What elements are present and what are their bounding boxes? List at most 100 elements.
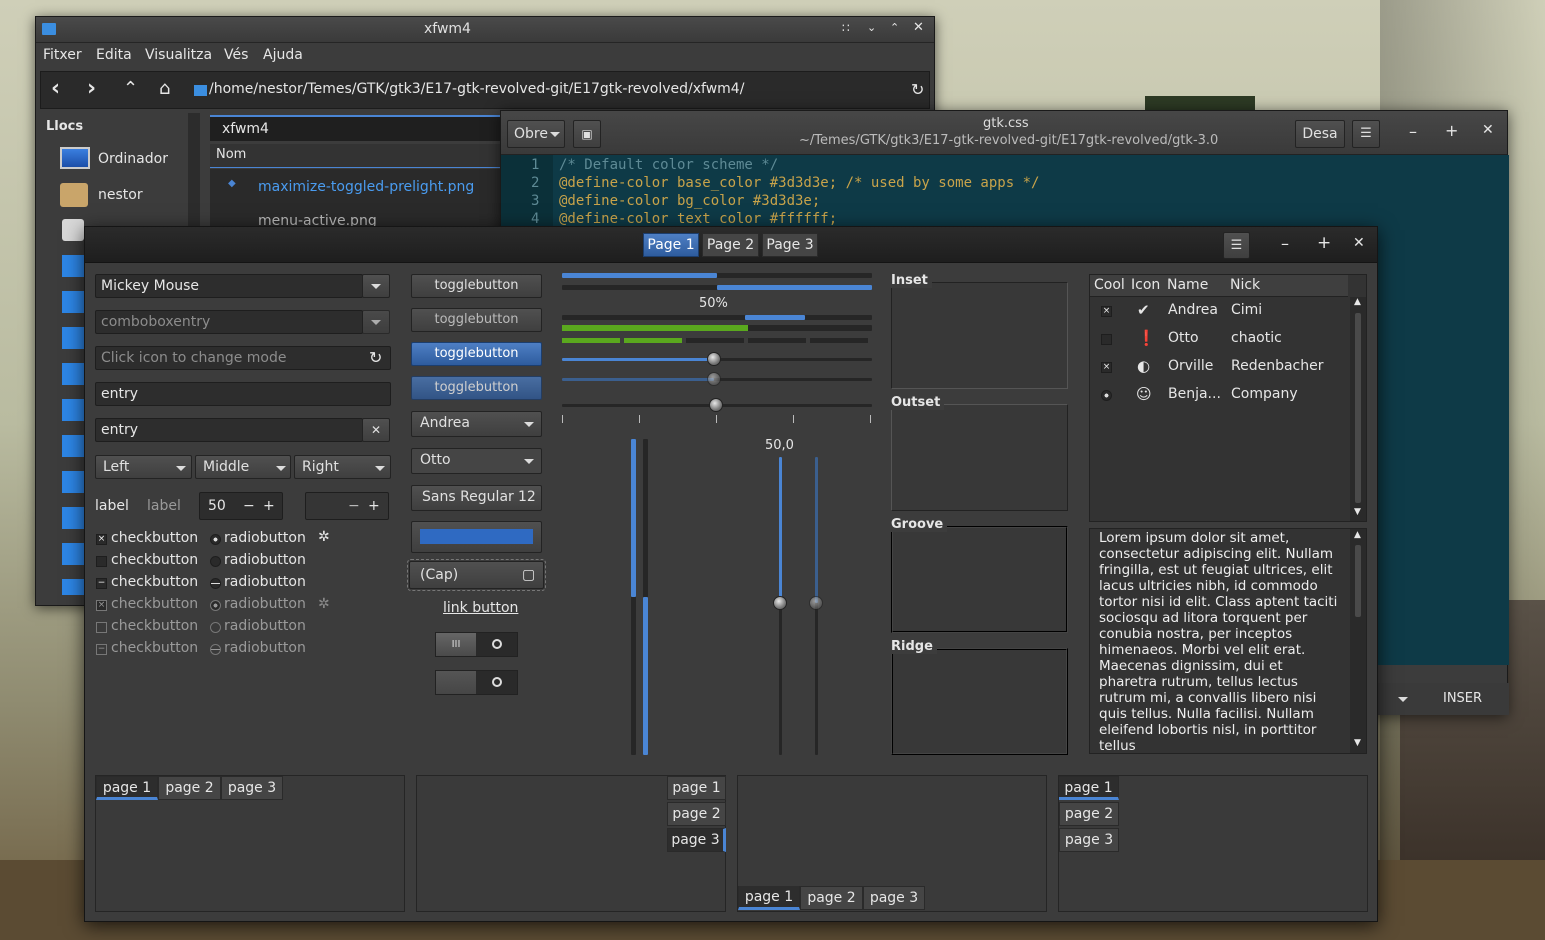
close-icon[interactable]: ✕ xyxy=(1353,235,1365,251)
clear-button[interactable]: ✕ xyxy=(362,418,390,442)
menu-help[interactable]: Ajuda xyxy=(263,47,303,63)
new-document-button[interactable]: ▣ xyxy=(573,120,601,148)
spin-button[interactable]: 50 − + xyxy=(199,492,283,520)
combo-mickey[interactable]: Mickey Mouse xyxy=(95,274,363,298)
hamburger-menu-button[interactable]: ☰ xyxy=(1223,232,1250,259)
file-column-header[interactable]: Nom xyxy=(210,144,500,168)
notebook-tab[interactable]: page 1 xyxy=(96,776,158,800)
open-button[interactable]: Obre xyxy=(507,120,565,148)
chevron-down-icon[interactable] xyxy=(1398,697,1408,702)
minimize-icon[interactable]: – xyxy=(1409,122,1417,141)
forward-icon[interactable]: › xyxy=(87,76,96,101)
checkbox-unchecked[interactable] xyxy=(96,556,107,567)
notebook-tab[interactable]: page 2 xyxy=(158,776,221,800)
file-manager-titlebar[interactable]: xfwm4 ∷ ⌄ ⌃ ✕ xyxy=(36,17,934,43)
checkbutton-label[interactable]: checkbutton xyxy=(111,618,198,634)
text-entry-clearable[interactable]: entry xyxy=(95,418,363,442)
reload-icon[interactable]: ↻ xyxy=(911,80,924,99)
notebook-tab[interactable]: page 3 xyxy=(863,886,925,910)
place-computer[interactable]: Ordinador xyxy=(98,151,168,167)
menu-go[interactable]: Vés xyxy=(224,47,248,63)
scroll-up-icon[interactable]: ▲ xyxy=(1354,297,1361,307)
text-view[interactable]: Lorem ipsum dolor sit amet, consectetur … xyxy=(1089,528,1367,754)
headerbar[interactable]: Page 1 Page 2 Page 3 ☰ – + ✕ xyxy=(85,227,1377,263)
notebook-tab[interactable]: page 3 xyxy=(667,828,726,852)
notebook-tab[interactable]: page 1 xyxy=(738,886,800,910)
up-icon[interactable]: ⌃ xyxy=(123,78,138,99)
notebook-tab[interactable]: page 2 xyxy=(800,886,863,910)
radiobutton-label[interactable]: radiobutton xyxy=(224,574,306,590)
stack-tab-page2[interactable]: Page 2 xyxy=(702,233,759,257)
shade-icon[interactable]: ⌄ xyxy=(867,21,876,34)
spin-minus-icon[interactable]: − xyxy=(348,493,360,519)
file-row[interactable]: ◆ maximize-toggled-prelight.png xyxy=(210,173,500,201)
notebook-tab[interactable]: page 3 xyxy=(221,776,283,800)
row-checkbox[interactable]: × xyxy=(1101,362,1112,373)
scrollbar-thumb[interactable] xyxy=(1355,313,1361,503)
tree-scrollbar[interactable]: ▲ ▼ xyxy=(1350,297,1366,521)
row-radio[interactable] xyxy=(1101,390,1112,401)
link-button[interactable]: link button xyxy=(443,600,518,616)
togglebutton[interactable]: togglebutton xyxy=(411,274,542,298)
font-button[interactable]: Sans Regular 12 xyxy=(411,485,542,511)
checkbutton-label[interactable]: checkbutton xyxy=(111,596,198,612)
close-icon[interactable]: ✕ xyxy=(913,20,924,35)
menu-edit[interactable]: Edita xyxy=(96,47,132,63)
table-row[interactable]: ☺ Benja... Company xyxy=(1090,381,1348,409)
checkbutton-label[interactable]: checkbutton xyxy=(111,530,198,546)
notebook-tab[interactable]: page 1 xyxy=(667,776,726,800)
radio-checked[interactable] xyxy=(210,534,221,545)
notebook-tab[interactable]: page 3 xyxy=(1059,828,1119,852)
stack-tab-page3[interactable]: Page 3 xyxy=(762,233,818,257)
row-checkbox[interactable]: × xyxy=(1101,306,1112,317)
editor-headerbar[interactable]: Obre ▣ gtk.css ~/Temes/GTK/gtk3/E17-gtk-… xyxy=(501,111,1507,155)
combobox-entry[interactable]: comboboxentry xyxy=(95,310,363,334)
radio-inconsistent[interactable] xyxy=(210,578,221,589)
checkbox-inconsistent[interactable]: − xyxy=(96,578,107,589)
place-home[interactable]: nestor xyxy=(98,187,143,203)
checkbox-inconsistent-disabled[interactable]: − xyxy=(96,644,107,655)
notebook-tab[interactable]: page 2 xyxy=(667,802,726,826)
checkbox-checked[interactable]: × xyxy=(96,534,107,545)
switch-on[interactable]: III xyxy=(435,632,518,657)
close-icon[interactable]: ✕ xyxy=(1482,122,1494,138)
scale-knob[interactable] xyxy=(707,372,721,386)
column-icon[interactable]: Icon xyxy=(1131,277,1160,293)
location-path[interactable]: /home/nestor/Temes/GTK/gtk3/E17-gtk-revo… xyxy=(209,81,744,97)
minimize-icon[interactable]: – xyxy=(1281,234,1289,253)
scale-knob[interactable] xyxy=(809,596,823,610)
switch-off[interactable] xyxy=(435,670,518,695)
mode-entry[interactable]: Click icon to change mode xyxy=(95,346,391,370)
home-icon[interactable]: ⌂ xyxy=(159,78,170,99)
maximize-icon[interactable]: + xyxy=(1445,121,1458,140)
file-tab[interactable]: xfwm4 xyxy=(210,115,500,141)
combo-dropdown-button[interactable] xyxy=(362,274,390,298)
checkbutton-label[interactable]: checkbutton xyxy=(111,552,198,568)
radio-checked-disabled[interactable] xyxy=(210,600,221,611)
window-menu-icon[interactable]: ∷ xyxy=(842,21,850,35)
table-row[interactable]: × ◐ Orville Redenbacher xyxy=(1090,353,1348,381)
hamburger-menu-button[interactable]: ☰ xyxy=(1352,120,1380,148)
tree-view[interactable]: Cool Icon Name Nick × ✔ Andrea Cimi ❗ Ot… xyxy=(1089,274,1367,522)
checkbutton-label[interactable]: checkbutton xyxy=(111,574,198,590)
spin-button-disabled[interactable]: − + xyxy=(305,492,389,520)
togglebutton-active[interactable]: togglebutton xyxy=(411,342,542,366)
align-right-combo[interactable]: Right xyxy=(294,455,391,479)
text-scrollbar[interactable]: ▲ ▼ xyxy=(1350,529,1366,753)
table-row[interactable]: × ✔ Andrea Cimi xyxy=(1090,297,1348,325)
checkbox-unchecked-disabled[interactable] xyxy=(96,622,107,633)
menu-view[interactable]: Visualitza xyxy=(145,47,212,63)
combo-andrea[interactable]: Andrea xyxy=(411,411,542,437)
combo-otto[interactable]: Otto xyxy=(411,448,542,474)
maximize-icon[interactable]: ⌃ xyxy=(890,21,899,34)
radiobutton-label[interactable]: radiobutton xyxy=(224,618,306,634)
scrollbar-thumb[interactable] xyxy=(1355,545,1361,617)
scroll-down-icon[interactable]: ▼ xyxy=(1354,507,1361,517)
spin-plus-icon[interactable]: + xyxy=(368,493,380,519)
mode-refresh-icon[interactable]: ↻ xyxy=(369,348,382,367)
align-left-combo[interactable]: Left xyxy=(95,455,192,479)
radio-unchecked[interactable] xyxy=(210,556,221,567)
text-entry[interactable]: entry xyxy=(95,382,391,406)
togglebutton-active-insensitive[interactable]: togglebutton xyxy=(411,376,542,400)
radio-unchecked-disabled[interactable] xyxy=(210,622,221,633)
